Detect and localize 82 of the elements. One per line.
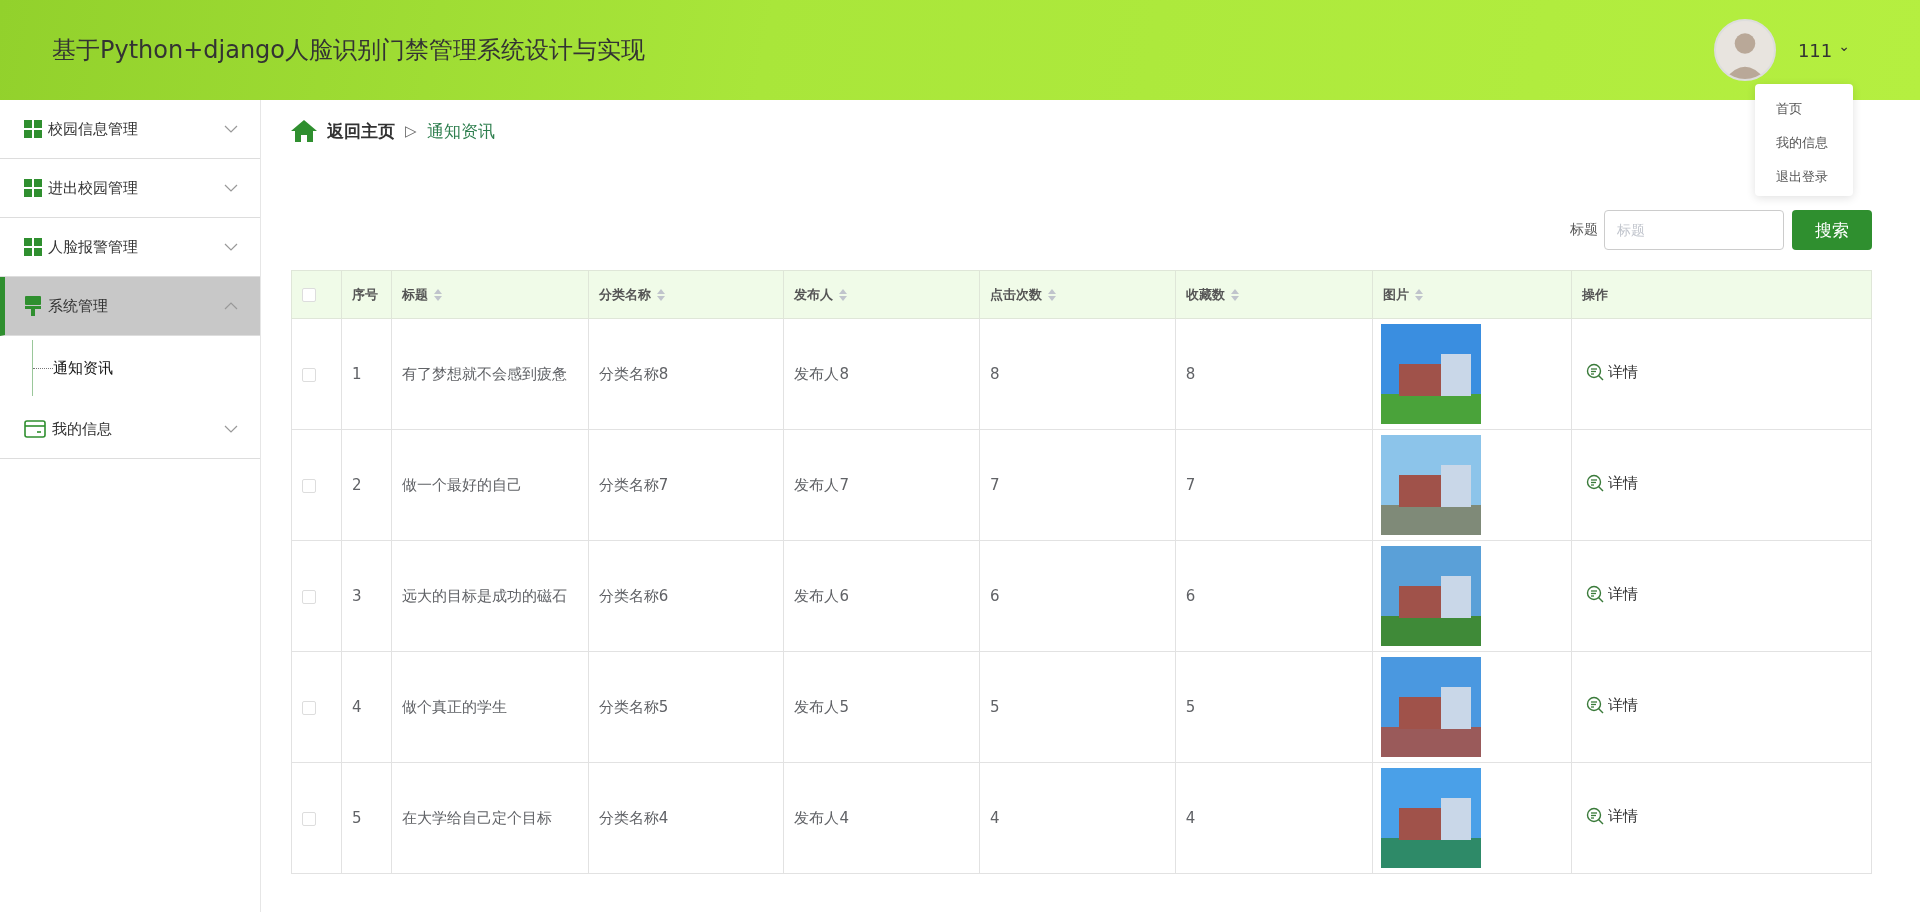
table-cell: 4	[351, 698, 362, 716]
breadcrumb-separator: ▷	[405, 122, 417, 140]
table-cell: 发布人7	[794, 475, 849, 494]
table-cell: 在大学给自己定个目标	[401, 808, 552, 827]
sort-icon[interactable]	[1048, 288, 1057, 301]
search-icon	[1586, 585, 1605, 604]
table-cell: 发布人6	[794, 586, 849, 605]
table-cell: 分类名称7	[598, 475, 669, 494]
sidebar-item[interactable]: 进出校园管理	[0, 159, 260, 218]
breadcrumb-current: 通知资讯	[426, 119, 495, 143]
table-cell: 4	[1185, 809, 1196, 827]
grid-icon	[24, 120, 42, 138]
table-cell: 有了梦想就不会感到疲惫	[401, 364, 567, 383]
table-cell: 2	[351, 476, 362, 494]
grid-icon	[24, 179, 42, 197]
column-header: 操作	[1582, 285, 1609, 304]
table-cell: 6	[990, 587, 1000, 605]
column-header[interactable]: 图片	[1382, 285, 1409, 304]
user-menu[interactable]: 111 ⌄	[1797, 39, 1850, 61]
table-cell: 6	[1185, 587, 1196, 605]
table-cell: 做个真正的学生	[401, 697, 507, 716]
table-cell: 分类名称4	[598, 808, 669, 827]
menu-item[interactable]: 退出登录	[1755, 160, 1853, 194]
table-cell: 发布人8	[794, 364, 849, 383]
column-header[interactable]: 点击次数	[990, 285, 1043, 304]
details-button[interactable]: 详情	[1582, 695, 1639, 715]
column-header[interactable]: 分类名称	[598, 285, 651, 304]
table-cell: 7	[990, 476, 1000, 494]
column-header[interactable]: 标题	[401, 285, 428, 304]
sort-icon[interactable]	[656, 288, 665, 301]
column-header[interactable]: 发布人	[794, 285, 834, 304]
search-icon	[1586, 363, 1605, 382]
column-header[interactable]: 收藏数	[1185, 285, 1225, 304]
home-link[interactable]: 返回主页	[327, 119, 395, 143]
table-cell: 5	[990, 698, 1000, 716]
sort-icon[interactable]	[433, 288, 442, 301]
table-cell: 发布人4	[794, 808, 849, 827]
table-cell: 分类名称6	[598, 586, 669, 605]
row-checkbox[interactable]	[302, 700, 316, 715]
row-checkbox[interactable]	[302, 478, 316, 493]
sidebar-item[interactable]: 我的信息	[0, 400, 260, 459]
search-button[interactable]: 搜索	[1792, 210, 1872, 250]
table-cell: 远大的目标是成功的磁石	[401, 586, 567, 605]
details-button[interactable]: 详情	[1582, 806, 1639, 826]
table-cell: 8	[1185, 365, 1196, 383]
table-cell: 5	[1185, 698, 1196, 716]
table-cell: 做一个最好的自己	[401, 475, 522, 494]
search-label: 标题	[1570, 221, 1598, 239]
search-field[interactable]: 标题	[1604, 210, 1784, 250]
app-title: 基于Python+django人脸识别门禁管理系统设计与实现	[52, 35, 647, 66]
sort-icon[interactable]	[1414, 288, 1423, 301]
sidebar-item[interactable]: 校园信息管理	[0, 100, 260, 159]
table-cell: 4	[990, 809, 1000, 827]
table-cell: 3	[351, 587, 362, 605]
menu-item[interactable]: 我的信息	[1755, 126, 1853, 160]
table-cell: 发布人5	[794, 697, 849, 716]
table-cell: 分类名称8	[598, 364, 669, 383]
search-icon	[1586, 807, 1605, 826]
details-button[interactable]: 详情	[1582, 362, 1639, 382]
search-icon	[1586, 696, 1605, 715]
sidebar-subitem[interactable]: 通知资讯	[53, 358, 113, 378]
select-all-checkbox[interactable]	[302, 288, 316, 303]
sidebar-item[interactable]: 系统管理	[0, 277, 260, 336]
menu-item[interactable]: 首页	[1755, 92, 1853, 126]
row-checkbox[interactable]	[302, 811, 316, 826]
table-cell: 8	[990, 365, 1000, 383]
row-checkbox[interactable]	[302, 367, 316, 382]
table-cell: 1	[351, 365, 362, 383]
table-cell: 5	[351, 809, 362, 827]
sort-icon[interactable]	[839, 288, 848, 301]
card-icon	[24, 420, 46, 438]
row-checkbox[interactable]	[302, 589, 316, 604]
sort-icon[interactable]	[1230, 288, 1239, 301]
table-cell: 分类名称5	[598, 697, 669, 716]
home-icon[interactable]	[291, 120, 317, 142]
column-header: 序号	[351, 285, 378, 304]
grid-icon	[24, 238, 42, 256]
details-button[interactable]: 详情	[1582, 584, 1639, 604]
brush-icon	[24, 296, 42, 316]
search-icon	[1586, 474, 1605, 493]
table-cell: 7	[1185, 476, 1196, 494]
details-button[interactable]: 详情	[1582, 473, 1639, 493]
